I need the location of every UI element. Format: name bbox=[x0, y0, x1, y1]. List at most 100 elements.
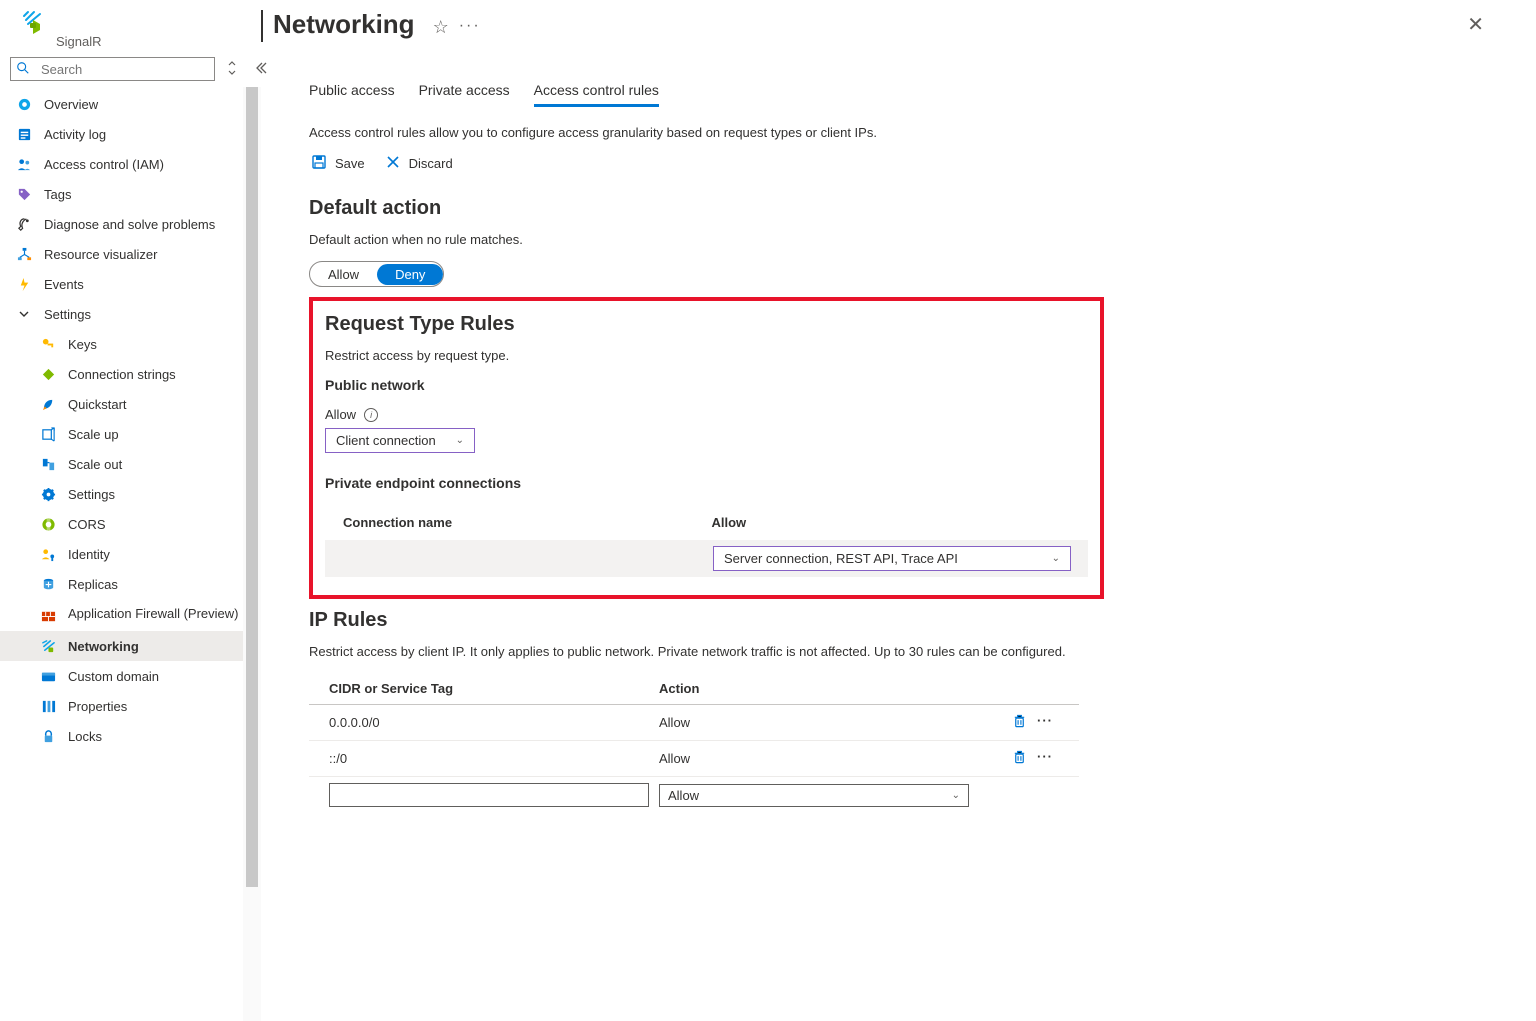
ip-rule-row: ::/0 Allow ··· bbox=[309, 741, 1079, 777]
default-action-toggle[interactable]: Allow Deny bbox=[309, 261, 444, 287]
more-rule-icon[interactable]: ··· bbox=[1037, 713, 1053, 732]
more-actions-icon[interactable]: ··· bbox=[459, 17, 481, 35]
more-rule-icon[interactable]: ··· bbox=[1037, 749, 1053, 768]
pe-col-allow: Allow bbox=[711, 515, 1070, 530]
sidebar-item-settings[interactable]: Settings bbox=[0, 479, 261, 509]
ip-rule-row: 0.0.0.0/0 Allow ··· bbox=[309, 705, 1079, 741]
sidebar-search-row bbox=[0, 57, 261, 87]
tags-icon bbox=[16, 186, 32, 202]
sidebar-item-replicas[interactable]: Replicas bbox=[0, 569, 261, 599]
sidebar-item-cors[interactable]: CORS bbox=[0, 509, 261, 539]
save-icon bbox=[311, 154, 327, 173]
gear-icon bbox=[40, 486, 56, 502]
pe-allow-dropdown[interactable]: Server connection, REST API, Trace API ⌄ bbox=[713, 546, 1071, 571]
diagnose-icon bbox=[16, 216, 32, 232]
sidebar-item-scale-out[interactable]: Scale out bbox=[0, 449, 261, 479]
cors-icon bbox=[40, 516, 56, 532]
identity-icon bbox=[40, 546, 56, 562]
sidebar-item-access-control-iam[interactable]: Access control (IAM) bbox=[0, 149, 261, 179]
new-cidr-input[interactable] bbox=[329, 783, 649, 807]
locks-icon bbox=[40, 728, 56, 744]
request-type-rules-desc: Restrict access by request type. bbox=[325, 348, 1088, 363]
toolbar: Save Discard bbox=[309, 154, 1488, 173]
events-icon bbox=[16, 276, 32, 292]
ip-rules-desc: Restrict access by client IP. It only ap… bbox=[309, 644, 1069, 659]
sidebar-item-locks[interactable]: Locks bbox=[0, 721, 261, 751]
tab-bar: Public access Private access Access cont… bbox=[309, 76, 1488, 107]
ip-cidr-value: 0.0.0.0/0 bbox=[309, 715, 659, 730]
service-name: SignalR bbox=[56, 34, 102, 49]
request-type-rules-heading: Request Type Rules bbox=[325, 313, 1088, 336]
public-network-heading: Public network bbox=[325, 377, 1088, 393]
public-allow-dropdown[interactable]: Client connection ⌄ bbox=[325, 428, 475, 453]
default-action-heading: Default action bbox=[309, 197, 1488, 220]
sidebar-item-scale-up[interactable]: Scale up bbox=[0, 419, 261, 449]
replicas-icon bbox=[40, 576, 56, 592]
discard-button[interactable]: Discard bbox=[385, 154, 453, 173]
chevron-down-icon bbox=[16, 306, 32, 322]
page-title: Networking bbox=[273, 9, 415, 40]
signalr-service-icon bbox=[22, 10, 44, 34]
ip-rule-new-row: Allow ⌄ bbox=[309, 777, 1079, 815]
sidebar-item-properties[interactable]: Properties bbox=[0, 691, 261, 721]
tab-public-access[interactable]: Public access bbox=[309, 76, 395, 107]
ip-rules-table: CIDR or Service Tag Action 0.0.0.0/0 All… bbox=[309, 673, 1079, 815]
connection-strings-icon bbox=[40, 366, 56, 382]
search-input[interactable] bbox=[10, 57, 215, 81]
ip-action-value: Allow bbox=[659, 751, 979, 766]
tab-access-control-rules[interactable]: Access control rules bbox=[534, 76, 659, 107]
sidebar-header: SignalR bbox=[0, 0, 261, 57]
new-action-dropdown[interactable]: Allow ⌄ bbox=[659, 784, 969, 807]
sidebar-item-identity[interactable]: Identity bbox=[0, 539, 261, 569]
default-action-desc: Default action when no rule matches. bbox=[309, 232, 1488, 247]
search-icon bbox=[16, 61, 30, 78]
allow-label: Allow bbox=[325, 407, 356, 422]
favorite-star-icon[interactable]: ☆ bbox=[433, 17, 449, 38]
delete-rule-icon[interactable] bbox=[1012, 713, 1027, 732]
sidebar-item-diagnose[interactable]: Diagnose and solve problems bbox=[0, 209, 261, 239]
page-header: Networking ☆ ··· ✕ bbox=[261, 0, 1536, 52]
sidebar-scrollbar[interactable] bbox=[243, 87, 261, 1021]
sidebar-group-settings[interactable]: Settings bbox=[0, 299, 261, 329]
ip-cidr-value: ::/0 bbox=[309, 751, 659, 766]
ip-action-value: Allow bbox=[659, 715, 979, 730]
overview-icon bbox=[16, 96, 32, 112]
properties-icon bbox=[40, 698, 56, 714]
sidebar-item-quickstart[interactable]: Quickstart bbox=[0, 389, 261, 419]
delete-rule-icon[interactable] bbox=[1012, 749, 1027, 768]
pe-table-row: Server connection, REST API, Trace API ⌄ bbox=[325, 540, 1088, 577]
sidebar-item-connection-strings[interactable]: Connection strings bbox=[0, 359, 261, 389]
sidebar: SignalR Overview Activity log bbox=[0, 0, 261, 1021]
ip-rules-heading: IP Rules bbox=[309, 609, 1488, 632]
access-control-icon bbox=[16, 156, 32, 172]
nav-list: Overview Activity log Access control (IA… bbox=[0, 87, 261, 761]
toggle-option-allow[interactable]: Allow bbox=[310, 264, 377, 285]
ip-col-action: Action bbox=[659, 681, 979, 696]
scale-up-icon bbox=[40, 426, 56, 442]
header-separator bbox=[261, 10, 263, 42]
chevron-down-icon: ⌄ bbox=[952, 790, 960, 801]
chevron-down-icon: ⌄ bbox=[456, 435, 464, 446]
private-endpoint-heading: Private endpoint connections bbox=[325, 475, 1088, 491]
close-blade-icon[interactable]: ✕ bbox=[1467, 12, 1484, 37]
sidebar-item-resource-visualizer[interactable]: Resource visualizer bbox=[0, 239, 261, 269]
ip-col-cidr: CIDR or Service Tag bbox=[309, 681, 659, 696]
sidebar-item-custom-domain[interactable]: Custom domain bbox=[0, 661, 261, 691]
tab-private-access[interactable]: Private access bbox=[419, 76, 510, 107]
sidebar-item-events[interactable]: Events bbox=[0, 269, 261, 299]
sidebar-item-app-firewall[interactable]: Application Firewall (Preview) bbox=[0, 599, 261, 631]
toggle-option-deny[interactable]: Deny bbox=[377, 264, 443, 285]
info-icon[interactable]: i bbox=[364, 408, 378, 422]
save-button[interactable]: Save bbox=[311, 154, 365, 173]
resource-visualizer-icon bbox=[16, 246, 32, 262]
activity-log-icon bbox=[16, 126, 32, 142]
search-expand-icon[interactable] bbox=[223, 60, 241, 79]
sidebar-item-activity-log[interactable]: Activity log bbox=[0, 119, 261, 149]
pe-table-header: Connection name Allow bbox=[325, 505, 1088, 540]
sidebar-item-overview[interactable]: Overview bbox=[0, 89, 261, 119]
request-type-rules-highlight: Request Type Rules Restrict access by re… bbox=[309, 297, 1104, 599]
sidebar-item-keys[interactable]: Keys bbox=[0, 329, 261, 359]
sidebar-item-tags[interactable]: Tags bbox=[0, 179, 261, 209]
main-content: Networking ☆ ··· ✕ Public access Private… bbox=[261, 0, 1536, 1021]
sidebar-item-networking[interactable]: Networking bbox=[0, 631, 261, 661]
